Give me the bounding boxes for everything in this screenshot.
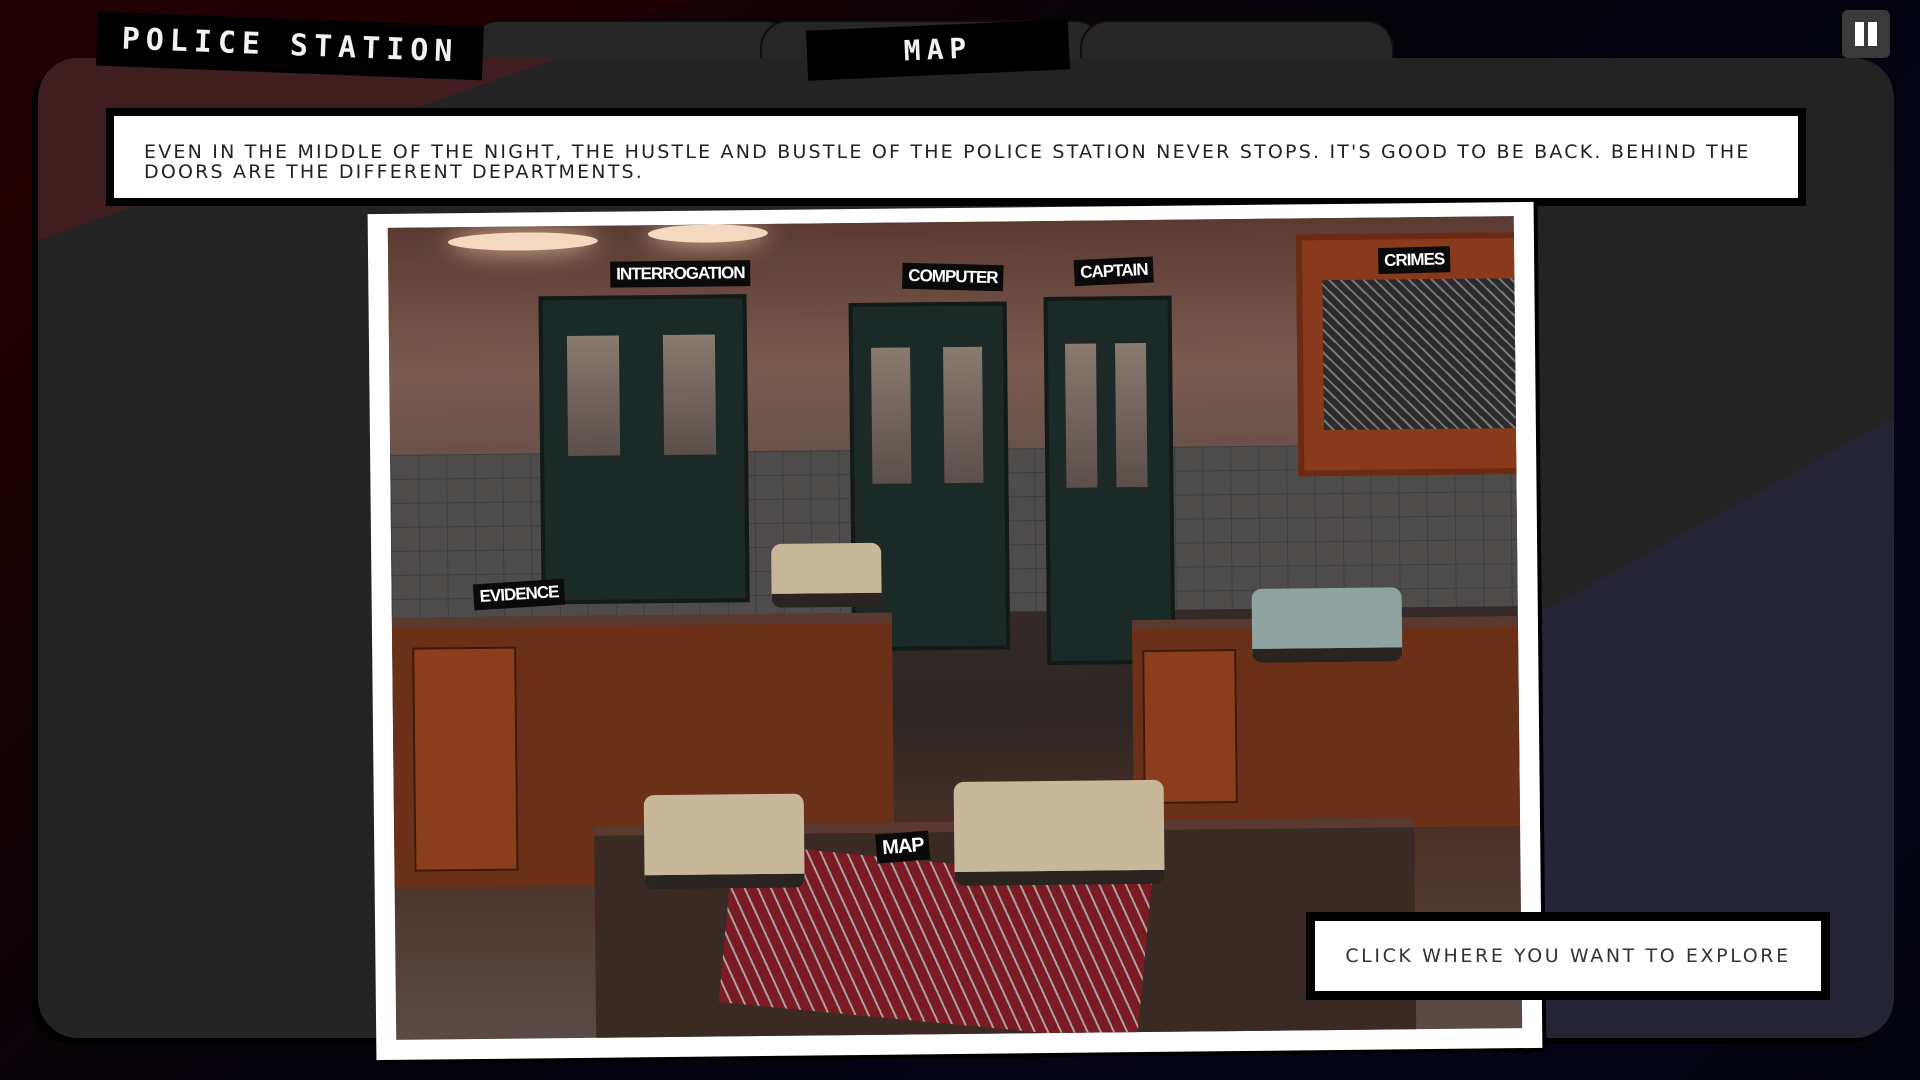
description-box: EVEN IN THE MIDDLE OF THE NIGHT, THE HUS…: [106, 108, 1806, 206]
drawer: [412, 646, 519, 872]
explore-prompt-box: CLICK WHERE YOU WANT TO EXPLORE: [1306, 912, 1830, 1000]
door-window: [943, 346, 984, 483]
hotspot-captain[interactable]: CAPTAIN: [1073, 256, 1155, 287]
typewriter: [953, 779, 1165, 887]
pause-icon-bar: [1868, 22, 1877, 46]
door-interrogation[interactable]: [538, 294, 750, 605]
explore-prompt-text: CLICK WHERE YOU WANT TO EXPLORE: [1315, 921, 1821, 991]
door-window: [566, 335, 621, 457]
crimes-map: [1322, 277, 1523, 431]
typewriter: [771, 542, 882, 608]
hotspot-crimes[interactable]: CRIMES: [1377, 246, 1451, 275]
door-window: [871, 347, 912, 484]
door-window: [1064, 343, 1098, 489]
door-window: [1115, 343, 1148, 488]
description-text: EVEN IN THE MIDDLE OF THE NIGHT, THE HUS…: [114, 116, 1798, 198]
pause-button[interactable]: [1842, 10, 1890, 58]
hotspot-computer[interactable]: COMPUTER: [901, 262, 1004, 292]
pause-icon: [1855, 22, 1864, 46]
typewriter: [1251, 587, 1403, 663]
hotspot-map[interactable]: MAP: [875, 830, 931, 864]
door-window: [662, 334, 717, 456]
hotspot-interrogation[interactable]: INTERROGATION: [610, 260, 751, 288]
typewriter: [643, 793, 805, 890]
door-captain[interactable]: [1043, 295, 1176, 666]
